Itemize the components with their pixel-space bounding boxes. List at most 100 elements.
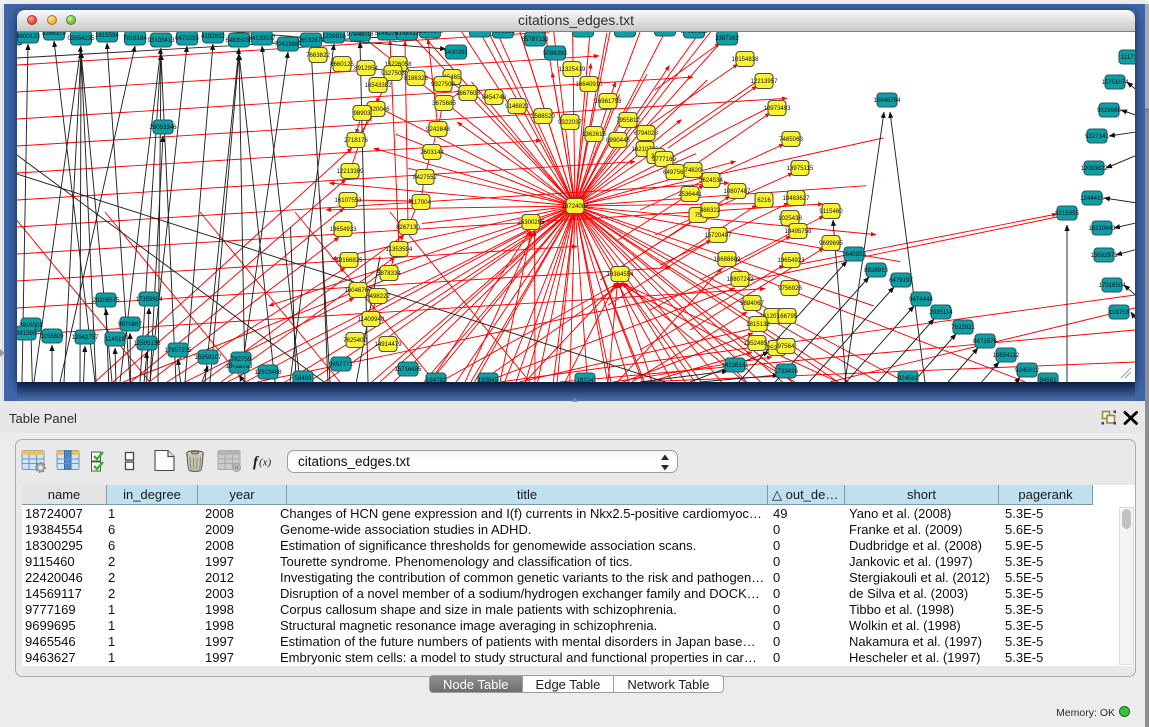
- svg-text:7663822: 7663822: [306, 52, 330, 59]
- svg-text:29053346: 29053346: [149, 124, 177, 131]
- svg-text:58493: 58493: [295, 375, 313, 382]
- svg-text:25300295: 25300295: [517, 219, 545, 226]
- svg-text:9756928: 9756928: [778, 285, 802, 292]
- svg-text:166795: 166795: [777, 313, 798, 320]
- svg-text:10807487: 10807487: [723, 188, 751, 195]
- svg-text:8938913: 8938913: [864, 267, 888, 274]
- svg-text:117004: 117004: [411, 199, 431, 206]
- svg-text:5098393: 5098393: [543, 50, 567, 57]
- svg-text:13975115: 13975115: [787, 165, 814, 172]
- svg-text:(x): (x): [259, 457, 272, 469]
- svg-text:12213957: 12213957: [750, 78, 778, 85]
- svg-text:193845: 193845: [478, 377, 499, 382]
- svg-text:12942757: 12942757: [71, 334, 99, 341]
- svg-text:6216: 6216: [757, 197, 771, 204]
- svg-text:1244415: 1244415: [1080, 195, 1104, 202]
- svg-text:782759: 782759: [231, 356, 252, 363]
- svg-text:9975867: 9975867: [118, 321, 142, 328]
- svg-text:8215955: 8215955: [1055, 210, 1079, 217]
- svg-text:9146821: 9146821: [505, 103, 529, 110]
- svg-text:114519: 114519: [105, 336, 125, 343]
- svg-text:65787133: 65787133: [521, 36, 549, 43]
- svg-text:17016504: 17016504: [1098, 282, 1126, 289]
- svg-text:1640953: 1640953: [842, 251, 866, 258]
- svg-text:17359924: 17359924: [135, 296, 163, 303]
- svg-text:9227341: 9227341: [1085, 133, 1109, 140]
- svg-text:6794028: 6794028: [634, 130, 658, 137]
- svg-text:6479197: 6479197: [889, 277, 913, 284]
- svg-text:391595: 391595: [17, 330, 37, 337]
- svg-text:486322: 486322: [700, 207, 721, 214]
- svg-text:11171: 11171: [1121, 54, 1135, 61]
- svg-text:97564: 97564: [778, 343, 796, 350]
- svg-text:5878334: 5878334: [377, 270, 401, 277]
- svg-text:8427552: 8427552: [413, 174, 437, 181]
- svg-text:1226916: 1226916: [322, 33, 346, 40]
- svg-text:20206575: 20206575: [92, 297, 120, 304]
- svg-text:1031051: 1031051: [571, 32, 595, 34]
- svg-text:16210643: 16210643: [1088, 225, 1116, 232]
- svg-text:9600133: 9600133: [17, 33, 40, 40]
- svg-text:1615594: 1615594: [95, 32, 119, 39]
- svg-text:4192832: 4192832: [201, 33, 225, 40]
- svg-text:924561: 924561: [898, 375, 919, 382]
- svg-text:16543382: 16543382: [364, 82, 392, 89]
- svg-text:4896383: 4896383: [491, 32, 515, 35]
- svg-text:2867608: 2867608: [456, 90, 480, 97]
- svg-text:18463627: 18463627: [782, 195, 810, 202]
- svg-text:15692971: 15692971: [1090, 252, 1118, 259]
- svg-text:10654112: 10654112: [993, 352, 1020, 359]
- svg-text:19166825: 19166825: [335, 257, 363, 264]
- svg-text:11353594: 11353594: [386, 246, 413, 253]
- svg-text:18807249: 18807249: [726, 276, 754, 283]
- svg-text:10973493: 10973493: [763, 105, 791, 112]
- svg-text:7625402: 7625402: [343, 337, 367, 344]
- svg-text:9474444: 9474444: [909, 296, 933, 303]
- svg-text:02654235: 02654235: [67, 35, 95, 42]
- svg-text:2536441: 2536441: [678, 191, 702, 198]
- svg-text:1362615: 1362615: [582, 131, 606, 138]
- svg-text:94561: 94561: [1040, 377, 1058, 382]
- svg-text:3624534: 3624534: [699, 177, 723, 184]
- svg-text:3387262: 3387262: [715, 35, 739, 42]
- svg-text:7955812: 7955812: [616, 117, 640, 124]
- svg-text:19654923: 19654923: [777, 257, 805, 264]
- svg-text:1815132: 1815132: [746, 321, 770, 328]
- svg-text:3675685: 3675685: [432, 100, 456, 107]
- svg-text:7485063: 7485063: [779, 136, 803, 143]
- svg-text:5430391: 5430391: [444, 49, 468, 56]
- svg-text:1588520: 1588520: [531, 113, 555, 120]
- svg-text:15751074: 15751074: [1101, 79, 1129, 86]
- svg-text:19654933: 19654933: [329, 226, 357, 233]
- svg-text:9327508: 9327508: [431, 81, 455, 88]
- svg-text:1156809: 1156809: [40, 333, 64, 340]
- svg-text:64139537: 64139537: [248, 35, 276, 42]
- svg-text:8454749: 8454749: [482, 94, 506, 101]
- svg-text:1733426: 1733426: [774, 368, 798, 375]
- svg-text:11325419: 11325419: [559, 66, 586, 73]
- svg-text:37631165: 37631165: [652, 32, 679, 33]
- svg-text:7182278: 7182278: [468, 32, 492, 34]
- svg-text:98903: 98903: [354, 110, 372, 117]
- svg-text:9245612: 9245612: [1015, 367, 1039, 374]
- svg-text:8660125: 8660125: [330, 61, 354, 68]
- svg-text:8990448: 8990448: [606, 137, 630, 144]
- svg-text:7816184: 7816184: [123, 35, 147, 42]
- svg-text:28809570: 28809570: [416, 32, 444, 35]
- svg-text:9777169: 9777169: [652, 156, 676, 163]
- svg-text:18334: 18334: [577, 377, 595, 382]
- svg-text:9884067: 9884067: [740, 300, 764, 307]
- svg-text:19384554: 19384554: [606, 271, 634, 278]
- svg-text:18724007: 18724007: [561, 203, 589, 210]
- svg-text:97848018: 97848018: [346, 32, 374, 38]
- svg-text:12093822: 12093822: [1080, 165, 1108, 172]
- svg-text:4738299: 4738299: [613, 32, 637, 34]
- svg-text:67010651: 67010651: [680, 32, 708, 35]
- svg-text:14914479: 14914479: [374, 341, 402, 348]
- svg-text:14136141: 14136141: [721, 362, 749, 369]
- svg-text:74620: 74620: [685, 167, 703, 174]
- svg-text:7632621: 7632621: [951, 324, 975, 331]
- svg-text:164782: 164782: [426, 377, 447, 382]
- svg-text:11409948: 11409948: [358, 316, 385, 323]
- svg-text:6498222: 6498222: [366, 293, 390, 300]
